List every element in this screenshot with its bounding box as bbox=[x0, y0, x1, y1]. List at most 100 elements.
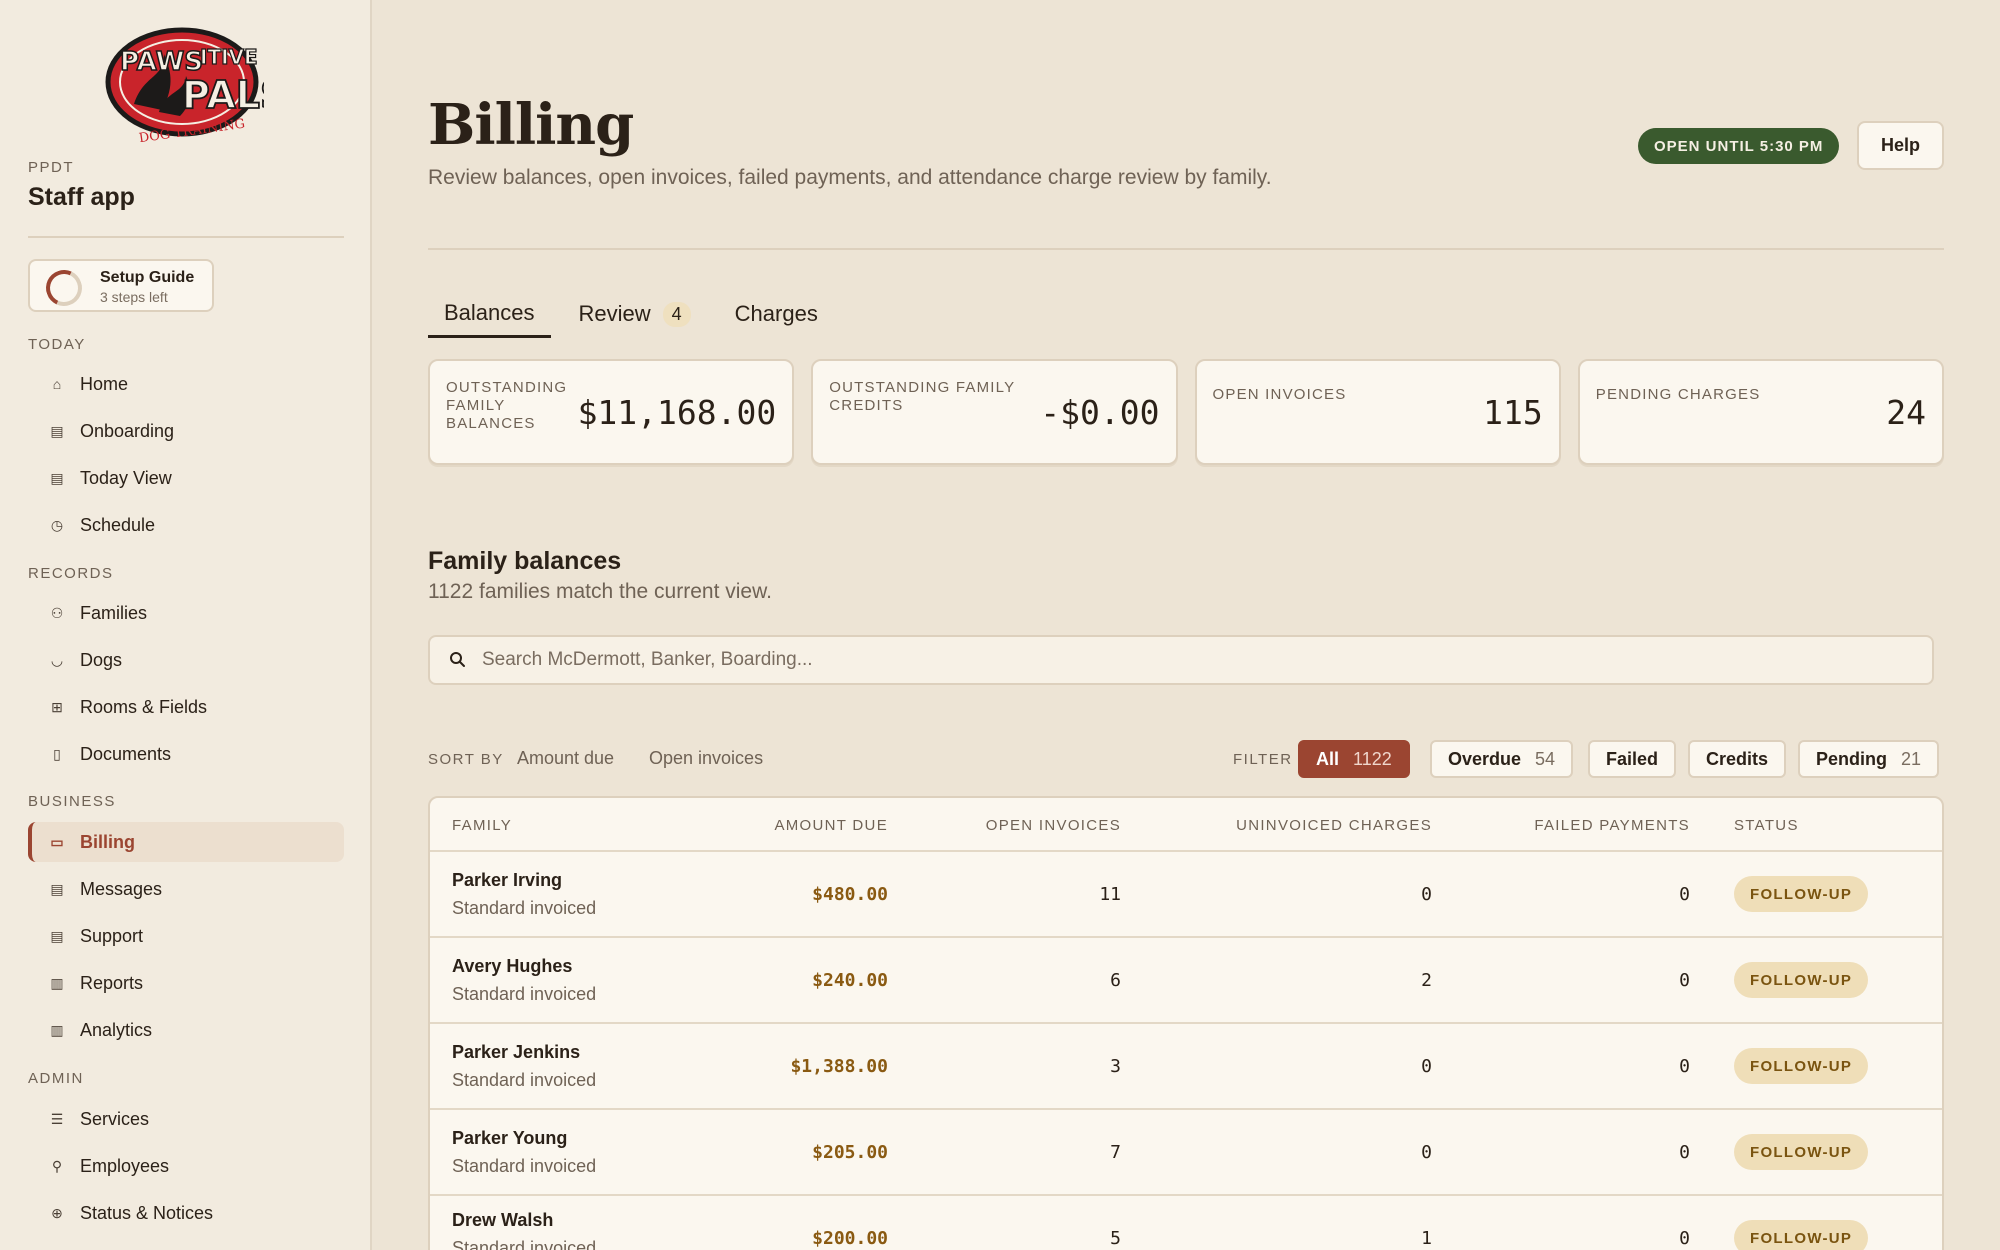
document-icon: ▯ bbox=[53, 745, 61, 762]
tab-balances[interactable]: Balances bbox=[428, 290, 551, 338]
column-open-invoices[interactable]: OPEN INVOICES bbox=[986, 817, 1121, 834]
open-invoices: 11 bbox=[1099, 884, 1121, 905]
column-uninvoiced-charges[interactable]: UNINVOICED CHARGES bbox=[1236, 817, 1432, 834]
sidebar-item-employees[interactable]: ⚲ Employees bbox=[28, 1146, 344, 1186]
filter-overdue-chip[interactable]: Overdue 54 bbox=[1430, 740, 1574, 778]
family-plan: Standard invoiced bbox=[452, 1070, 597, 1090]
sidebar-item-reports[interactable]: ▥ Reports bbox=[28, 963, 344, 1003]
failed-payments: 0 bbox=[1679, 970, 1690, 991]
table-row[interactable]: Parker Young Standard invoiced $205.00 7… bbox=[430, 1110, 1942, 1196]
clock-icon: ◷ bbox=[50, 516, 64, 533]
chip-label: Overdue bbox=[1448, 748, 1522, 769]
tab-review[interactable]: Review 4 bbox=[563, 290, 707, 338]
column-status[interactable]: STATUS bbox=[1734, 817, 1799, 834]
card-label: OUTSTANDING FAMILY BALANCES bbox=[446, 379, 568, 432]
sort-amount-due[interactable]: Amount due bbox=[517, 748, 614, 769]
card-pending-charges: PENDING CHARGES 24 bbox=[1577, 359, 1944, 465]
logo-text-itive: ITIVE bbox=[200, 45, 258, 69]
sidebar-divider bbox=[28, 236, 344, 238]
card-icon: ▭ bbox=[50, 833, 64, 850]
chip-count: 21 bbox=[1901, 748, 1922, 769]
sort-label: SORT BY bbox=[428, 751, 504, 768]
tab-charges[interactable]: Charges bbox=[719, 290, 834, 338]
sidebar-item-onboarding[interactable]: ▤ Onboarding bbox=[28, 411, 344, 451]
sidebar-item-label: Rooms & Fields bbox=[80, 696, 208, 717]
column-amount-due[interactable]: AMOUNT DUE bbox=[774, 817, 888, 834]
sidebar-item-label: Schedule bbox=[80, 514, 156, 535]
table-header: FAMILY AMOUNT DUE OPEN INVOICES UNINVOIC… bbox=[430, 798, 1942, 852]
globe-icon: ⊕ bbox=[51, 1204, 63, 1221]
sidebar-item-documents[interactable]: ▯ Documents bbox=[28, 734, 344, 774]
section-business: BUSINESS bbox=[28, 793, 116, 810]
uninvoiced-charges: 0 bbox=[1421, 1056, 1432, 1077]
sidebar-item-families[interactable]: ⚇ Families bbox=[28, 593, 344, 633]
card-open-invoices: OPEN INVOICES 115 bbox=[1194, 359, 1561, 465]
uninvoiced-charges: 2 bbox=[1421, 970, 1432, 991]
dog-icon: ◡ bbox=[50, 651, 64, 668]
table-row[interactable]: Drew Walsh Standard invoiced $200.00 5 1… bbox=[430, 1196, 1942, 1250]
sidebar-item-support[interactable]: ▤ Support bbox=[28, 916, 344, 956]
billing-tabs: Balances Review 4 Charges bbox=[428, 290, 846, 338]
filter-failed-chip[interactable]: Failed bbox=[1588, 740, 1677, 778]
sidebar-item-today-view[interactable]: ▤ Today View bbox=[28, 458, 344, 498]
family-balances-table: FAMILY AMOUNT DUE OPEN INVOICES UNINVOIC… bbox=[428, 796, 1944, 1250]
setup-guide-subtitle: 3 steps left bbox=[100, 289, 168, 305]
sidebar-item-services[interactable]: ☰ Services bbox=[28, 1099, 344, 1139]
status-badge: FOLLOW-UP bbox=[1734, 876, 1869, 912]
header-divider bbox=[428, 248, 1944, 250]
message-icon: ▤ bbox=[50, 927, 64, 944]
sidebar-item-label: Services bbox=[80, 1108, 150, 1129]
sidebar-item-home[interactable]: ⌂ Home bbox=[28, 364, 344, 404]
filter-label: FILTER bbox=[1233, 751, 1293, 768]
open-invoices: 5 bbox=[1110, 1228, 1121, 1249]
page-subtitle: Review balances, open invoices, failed p… bbox=[428, 166, 1272, 189]
family-name: Avery Hughes bbox=[452, 956, 573, 976]
chart-icon: ▥ bbox=[50, 974, 64, 991]
sidebar-item-label: Documents bbox=[80, 743, 172, 764]
chart-icon: ▥ bbox=[50, 1021, 64, 1038]
amount-due: $1,388.00 bbox=[790, 1056, 888, 1077]
sidebar-item-label: Messages bbox=[80, 878, 163, 899]
card-label: OUTSTANDING FAMILY CREDITS bbox=[829, 379, 1016, 414]
column-failed-payments[interactable]: FAILED PAYMENTS bbox=[1534, 817, 1690, 834]
help-button[interactable]: Help bbox=[1857, 121, 1944, 170]
sidebar-item-status-notices[interactable]: ⊕ Status & Notices bbox=[28, 1193, 344, 1233]
table-row[interactable]: Avery Hughes Standard invoiced $240.00 6… bbox=[430, 938, 1942, 1024]
uninvoiced-charges: 0 bbox=[1421, 884, 1432, 905]
sidebar-item-label: Onboarding bbox=[80, 420, 175, 441]
table-row[interactable]: Parker Jenkins Standard invoiced $1,388.… bbox=[430, 1024, 1942, 1110]
column-family[interactable]: FAMILY bbox=[452, 817, 512, 834]
sort-open-invoices[interactable]: Open invoices bbox=[649, 748, 763, 769]
sidebar-item-dogs[interactable]: ◡ Dogs bbox=[28, 640, 344, 680]
open-invoices: 6 bbox=[1110, 970, 1121, 991]
status-badge: FOLLOW-UP bbox=[1734, 1220, 1869, 1250]
card-value: $11,168.00 bbox=[577, 393, 777, 432]
logo[interactable]: PAWS ITIVE PALS DOG TRAINING bbox=[104, 24, 288, 146]
sidebar-item-messages[interactable]: ▤ Messages bbox=[28, 869, 344, 909]
family-plan: Standard invoiced bbox=[452, 898, 597, 918]
sidebar-item-schedule[interactable]: ◷ Schedule bbox=[28, 505, 344, 545]
family-plan: Standard invoiced bbox=[452, 1156, 597, 1176]
sidebar-item-rooms-fields[interactable]: ⊞ Rooms & Fields bbox=[28, 687, 344, 727]
review-count-badge: 4 bbox=[662, 301, 691, 327]
setup-guide-title: Setup Guide bbox=[100, 269, 195, 286]
section-title: Family balances bbox=[428, 547, 622, 575]
section-records: RECORDS bbox=[28, 565, 114, 582]
family-plan: Standard invoiced bbox=[452, 1238, 597, 1250]
app-name: Staff app bbox=[28, 183, 135, 211]
filter-all-chip[interactable]: All 1122 bbox=[1298, 740, 1410, 778]
search-icon bbox=[450, 652, 465, 667]
sidebar-item-billing[interactable]: ▭ Billing bbox=[28, 822, 344, 862]
setup-guide-button[interactable]: Setup Guide 3 steps left bbox=[28, 259, 214, 312]
status-badge: FOLLOW-UP bbox=[1734, 962, 1869, 998]
search-input[interactable] bbox=[482, 637, 1902, 683]
sidebar-item-analytics[interactable]: ▥ Analytics bbox=[28, 1010, 344, 1050]
filter-credits-chip[interactable]: Credits bbox=[1688, 740, 1787, 778]
chip-label: All bbox=[1316, 748, 1340, 769]
card-value: 24 bbox=[1886, 393, 1926, 432]
tab-label: Charges bbox=[734, 301, 818, 326]
filter-pending-chip[interactable]: Pending 21 bbox=[1798, 740, 1940, 778]
table-row[interactable]: Parker Irving Standard invoiced $480.00 … bbox=[430, 852, 1942, 938]
card-outstanding-balances: OUTSTANDING FAMILY BALANCES $11,168.00 bbox=[428, 359, 795, 465]
family-name: Parker Jenkins bbox=[452, 1042, 581, 1062]
